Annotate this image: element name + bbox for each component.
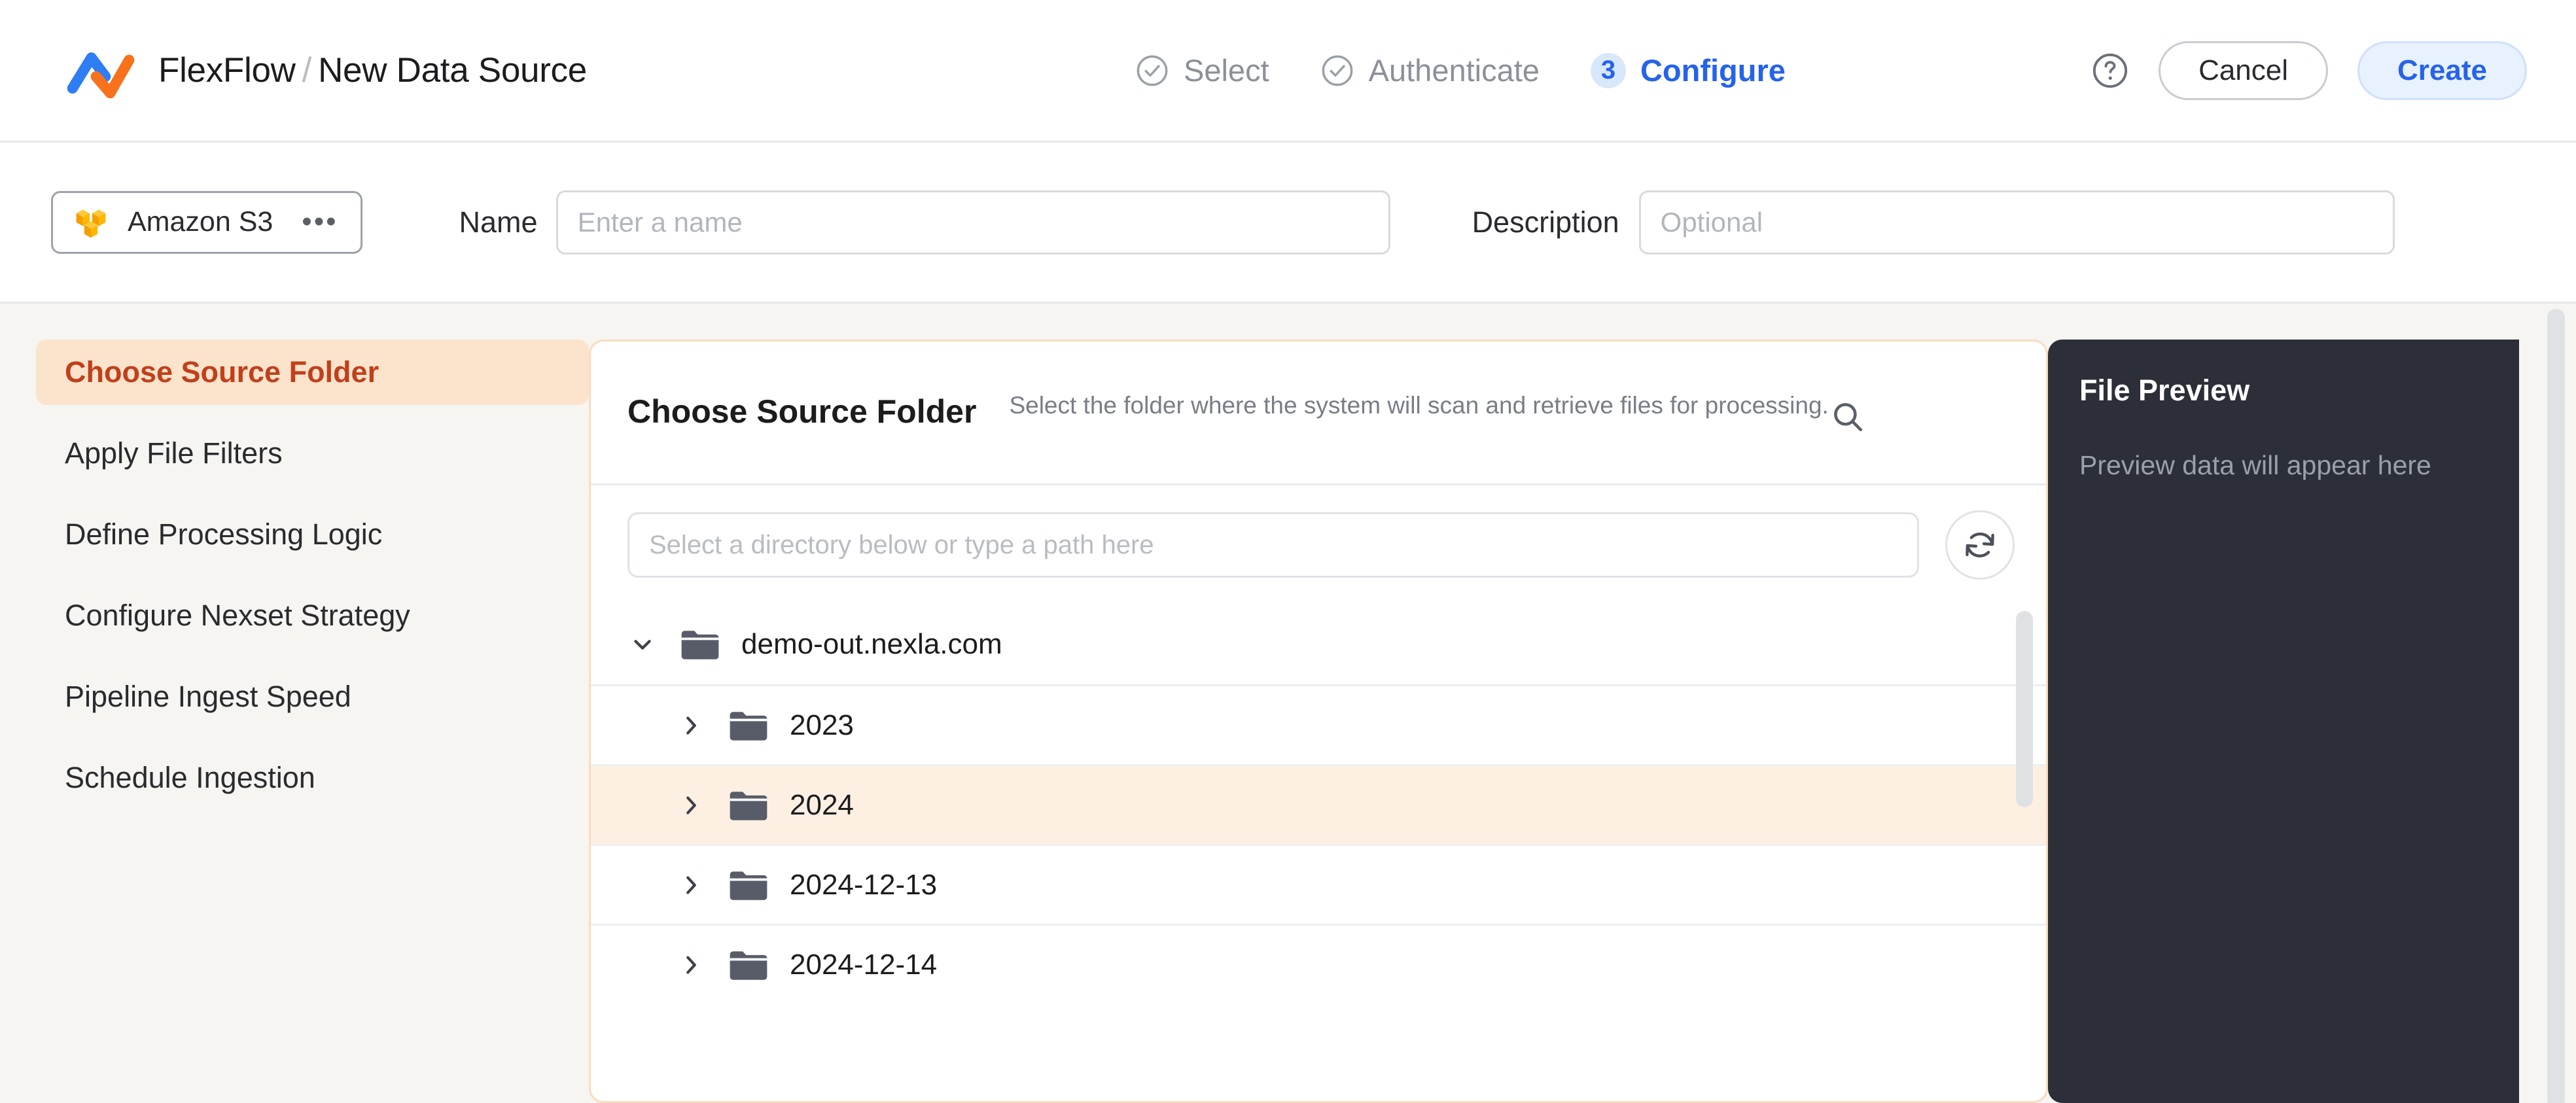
tree-row-label: 2023 <box>790 709 854 741</box>
name-label: Name <box>459 205 538 239</box>
flexflow-logo-icon <box>65 39 136 102</box>
tree-row[interactable]: demo-out.nexla.com <box>591 604 2046 684</box>
check-circle-icon <box>1320 54 1354 88</box>
file-preview-empty-text: Preview data will appear here <box>2079 450 2431 480</box>
tree-row-label: 2024-12-13 <box>790 868 938 901</box>
folder-icon <box>658 627 720 661</box>
folder-icon <box>706 709 769 743</box>
chevron-down-icon[interactable] <box>627 629 658 659</box>
breadcrumb-separator: / <box>302 51 312 90</box>
source-toolbar: Amazon S3 ••• Name Description <box>0 143 2576 304</box>
chevron-right-icon[interactable] <box>676 950 706 980</box>
breadcrumb: FlexFlow / New Data Source <box>65 39 587 102</box>
sidebar-item-configure-nexset-strategy[interactable]: Configure Nexset Strategy <box>36 583 589 648</box>
folder-icon <box>706 948 769 982</box>
refresh-icon <box>1962 527 1998 563</box>
step-configure[interactable]: 3 Configure <box>1590 52 1786 88</box>
sidebar-item-label: Configure Nexset Strategy <box>65 599 410 632</box>
sidebar-item-label: Choose Source Folder <box>65 355 379 389</box>
step-number-badge: 3 <box>1590 52 1626 88</box>
sidebar-item-define-processing-logic[interactable]: Define Processing Logic <box>36 502 589 567</box>
tree-row[interactable]: 2024-12-14 <box>591 924 2046 1004</box>
sidebar-item-choose-source-folder[interactable]: Choose Source Folder <box>36 340 589 405</box>
folder-icon <box>706 788 769 822</box>
tree-row-label: 2024 <box>790 788 854 821</box>
wizard-stepper: Select Authenticate 3 Configure <box>1135 0 1786 141</box>
sidebar-item-label: Define Processing Logic <box>65 517 383 551</box>
tree-row[interactable]: 2024-12-13 <box>591 844 2046 924</box>
cancel-button[interactable]: Cancel <box>2159 41 2329 100</box>
tree-row[interactable]: 2023 <box>591 684 2046 764</box>
chevron-right-icon[interactable] <box>676 870 706 900</box>
connector-name: Amazon S3 <box>128 206 273 237</box>
step-authenticate[interactable]: Authenticate <box>1320 52 1540 88</box>
search-icon[interactable] <box>1829 376 1867 436</box>
chevron-right-icon[interactable] <box>676 790 706 820</box>
page-scrollbar[interactable] <box>2547 309 2565 1103</box>
check-circle-icon <box>1135 54 1169 88</box>
description-input[interactable] <box>1638 190 2395 254</box>
tree-scrollbar[interactable] <box>2016 611 2033 807</box>
connector-more-icon[interactable]: ••• <box>302 207 338 236</box>
page-title: Choose Source Folder <box>627 393 977 430</box>
page-subtitle: Select the folder where the system will … <box>1009 392 1829 419</box>
refresh-button[interactable] <box>1945 510 2015 580</box>
card-header: Choose Source Folder Select the folder w… <box>591 341 2046 485</box>
config-sidebar: Choose Source Folder Apply File Filters … <box>0 340 589 1103</box>
create-button[interactable]: Create <box>2357 41 2527 100</box>
app-header: FlexFlow / New Data Source Select Authenti… <box>0 0 2576 143</box>
sidebar-item-label: Pipeline Ingest Speed <box>65 680 351 713</box>
description-label: Description <box>1472 205 1619 239</box>
chevron-right-icon[interactable] <box>676 710 706 741</box>
step-select[interactable]: Select <box>1135 52 1269 88</box>
configure-body: Choose Source Folder Apply File Filters … <box>0 304 2576 1103</box>
amazon-s3-icon <box>73 203 109 242</box>
tree-row-label: 2024-12-14 <box>790 948 938 981</box>
sidebar-item-pipeline-ingest-speed[interactable]: Pipeline Ingest Speed <box>36 664 589 729</box>
tree-row[interactable]: 2024 <box>591 764 2046 844</box>
file-preview-title: File Preview <box>2079 374 2250 407</box>
folder-icon <box>706 868 769 902</box>
header-actions: Cancel Create <box>2091 41 2527 100</box>
connector-selector[interactable]: Amazon S3 ••• <box>51 190 362 254</box>
step-select-label: Select <box>1184 53 1269 88</box>
step-configure-label: Configure <box>1640 53 1786 88</box>
sidebar-item-schedule-ingestion[interactable]: Schedule Ingestion <box>36 745 589 811</box>
sidebar-item-label: Schedule Ingestion <box>65 761 315 794</box>
breadcrumb-page: New Data Source <box>318 51 587 90</box>
breadcrumb-app[interactable]: FlexFlow <box>158 51 296 90</box>
name-input[interactable] <box>556 190 1390 254</box>
question-circle-icon[interactable] <box>2091 52 2129 90</box>
tree-row-label: demo-out.nexla.com <box>741 628 1002 660</box>
folder-tree: demo-out.nexla.com 2023 2024 2024-12-13 … <box>591 604 2046 1101</box>
sidebar-item-apply-file-filters[interactable]: Apply File Filters <box>36 421 589 486</box>
directory-path-input[interactable] <box>627 512 1919 578</box>
step-authenticate-label: Authenticate <box>1368 53 1540 88</box>
file-preview-panel: File Preview Preview data will appear he… <box>2048 340 2519 1103</box>
sidebar-item-label: Apply File Filters <box>65 436 283 470</box>
directory-path-row <box>591 485 2046 604</box>
choose-source-folder-card: Choose Source Folder Select the folder w… <box>589 340 2048 1103</box>
